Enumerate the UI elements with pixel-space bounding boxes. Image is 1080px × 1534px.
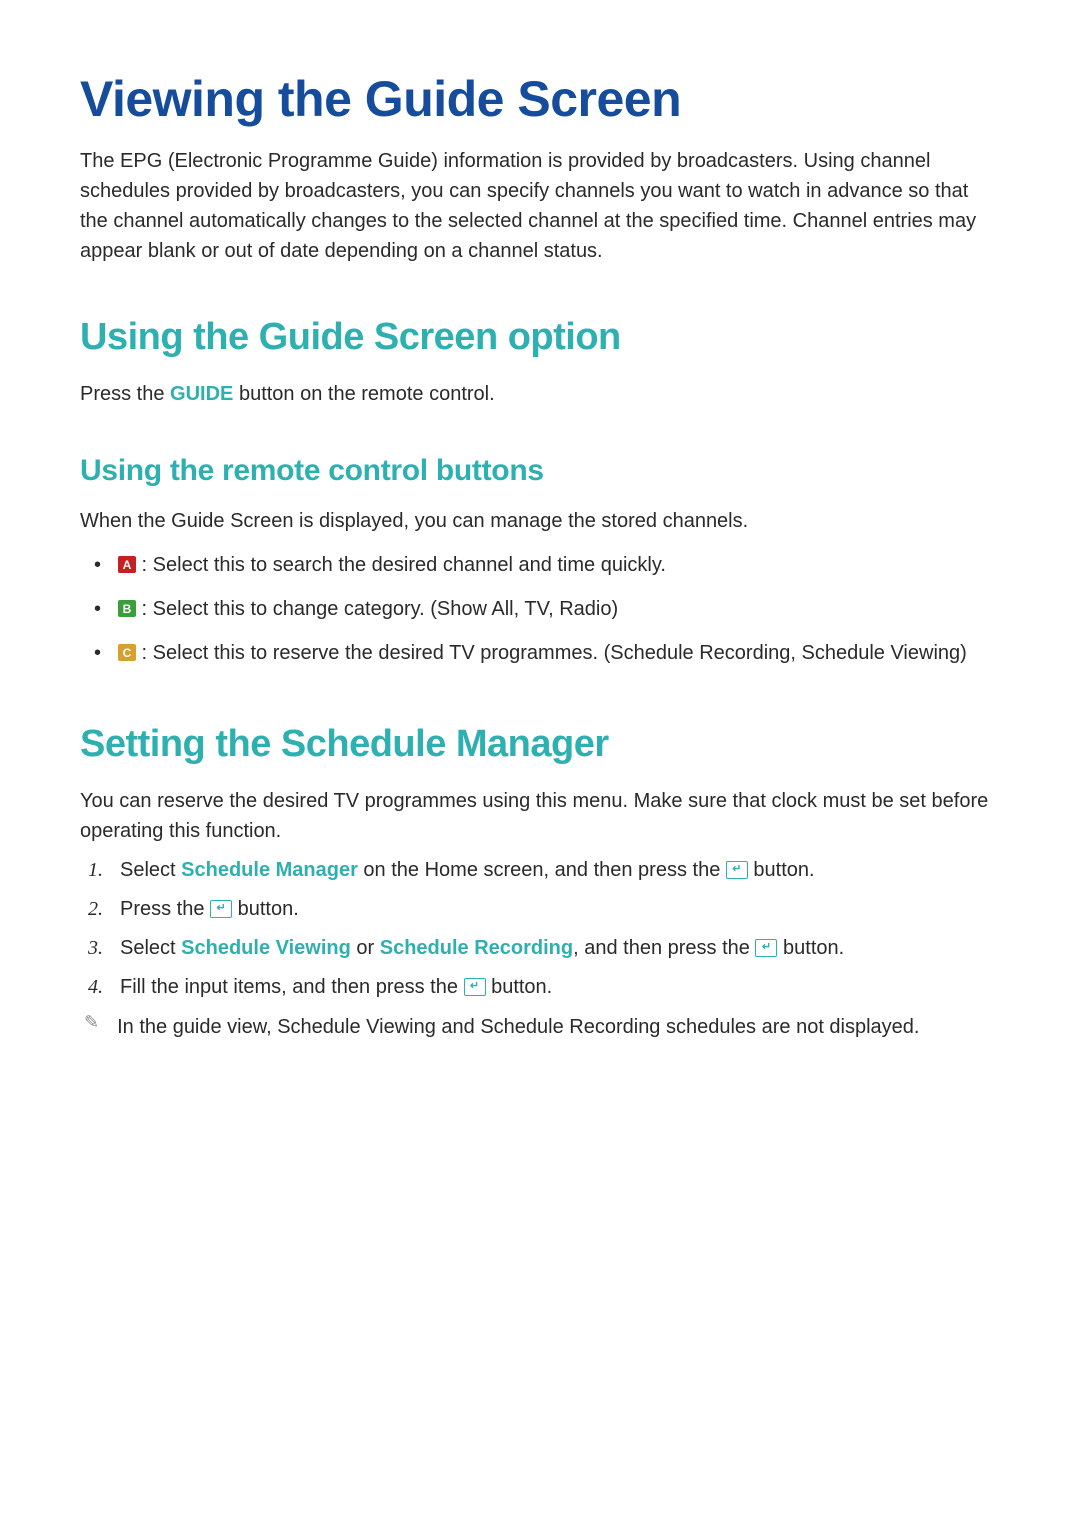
list-item: B : Select this to change category. (Sho…: [108, 594, 1000, 624]
text-fragment: : Select this to change category. (Show …: [136, 598, 618, 620]
note-block: ✎ In the guide view, Schedule Viewing an…: [80, 1012, 1000, 1042]
step-number: 3.: [88, 934, 103, 963]
press-guide-text: Press the GUIDE button on the remote con…: [80, 379, 1000, 409]
subsection-heading-remote: Using the remote control buttons: [80, 454, 1000, 488]
list-item: 2. Press the ↵ button.: [88, 895, 1000, 924]
schedule-intro-text: You can reserve the desired TV programme…: [80, 786, 1000, 846]
section-heading-schedule: Setting the Schedule Manager: [80, 723, 1000, 766]
remote-intro-text: When the Guide Screen is displayed, you …: [80, 506, 1000, 536]
list-item: 1. Select Schedule Manager on the Home s…: [88, 856, 1000, 885]
text-fragment: button.: [232, 898, 299, 920]
page-title: Viewing the Guide Screen: [80, 70, 1000, 128]
section-heading-option: Using the Guide Screen option: [80, 316, 1000, 359]
text-fragment: on the Home screen, and then press the: [358, 859, 726, 881]
note-text: In the guide view, Schedule Viewing and …: [117, 1012, 919, 1042]
step-number: 2.: [88, 895, 103, 924]
list-item: C : Select this to reserve the desired T…: [108, 638, 1000, 668]
schedule-steps-list: 1. Select Schedule Manager on the Home s…: [80, 856, 1000, 1002]
text-fragment: button.: [748, 859, 815, 881]
guide-button-label: GUIDE: [170, 383, 233, 405]
schedule-manager-label: Schedule Manager: [181, 859, 358, 881]
text-fragment: , and then press the: [573, 937, 755, 959]
text-fragment: Press the: [120, 898, 210, 920]
text-fragment: or: [351, 937, 380, 959]
list-item: 4. Fill the input items, and then press …: [88, 973, 1000, 1002]
text-fragment: Press the: [80, 383, 170, 405]
list-item: 3. Select Schedule Viewing or Schedule R…: [88, 934, 1000, 963]
text-fragment: Select: [120, 859, 181, 881]
enter-icon: ↵: [464, 978, 486, 996]
remote-button-list: A : Select this to search the desired ch…: [80, 550, 1000, 668]
schedule-recording-label: Schedule Recording: [380, 937, 573, 959]
pencil-icon: ✎: [84, 1012, 99, 1042]
text-fragment: Select: [120, 937, 181, 959]
button-c-icon: C: [118, 644, 136, 661]
text-fragment: : Select this to reserve the desired TV …: [136, 642, 967, 664]
text-fragment: button.: [486, 976, 553, 998]
enter-icon: ↵: [726, 861, 748, 879]
text-fragment: : Select this to search the desired chan…: [136, 554, 666, 576]
text-fragment: Fill the input items, and then press the: [120, 976, 464, 998]
step-number: 4.: [88, 973, 103, 1002]
intro-paragraph: The EPG (Electronic Programme Guide) inf…: [80, 146, 1000, 266]
list-item: A : Select this to search the desired ch…: [108, 550, 1000, 580]
schedule-viewing-label: Schedule Viewing: [181, 937, 351, 959]
button-b-icon: B: [118, 600, 136, 617]
enter-icon: ↵: [755, 939, 777, 957]
enter-icon: ↵: [210, 900, 232, 918]
button-a-icon: A: [118, 556, 136, 573]
text-fragment: button.: [777, 937, 844, 959]
text-fragment: button on the remote control.: [233, 383, 494, 405]
step-number: 1.: [88, 856, 103, 885]
